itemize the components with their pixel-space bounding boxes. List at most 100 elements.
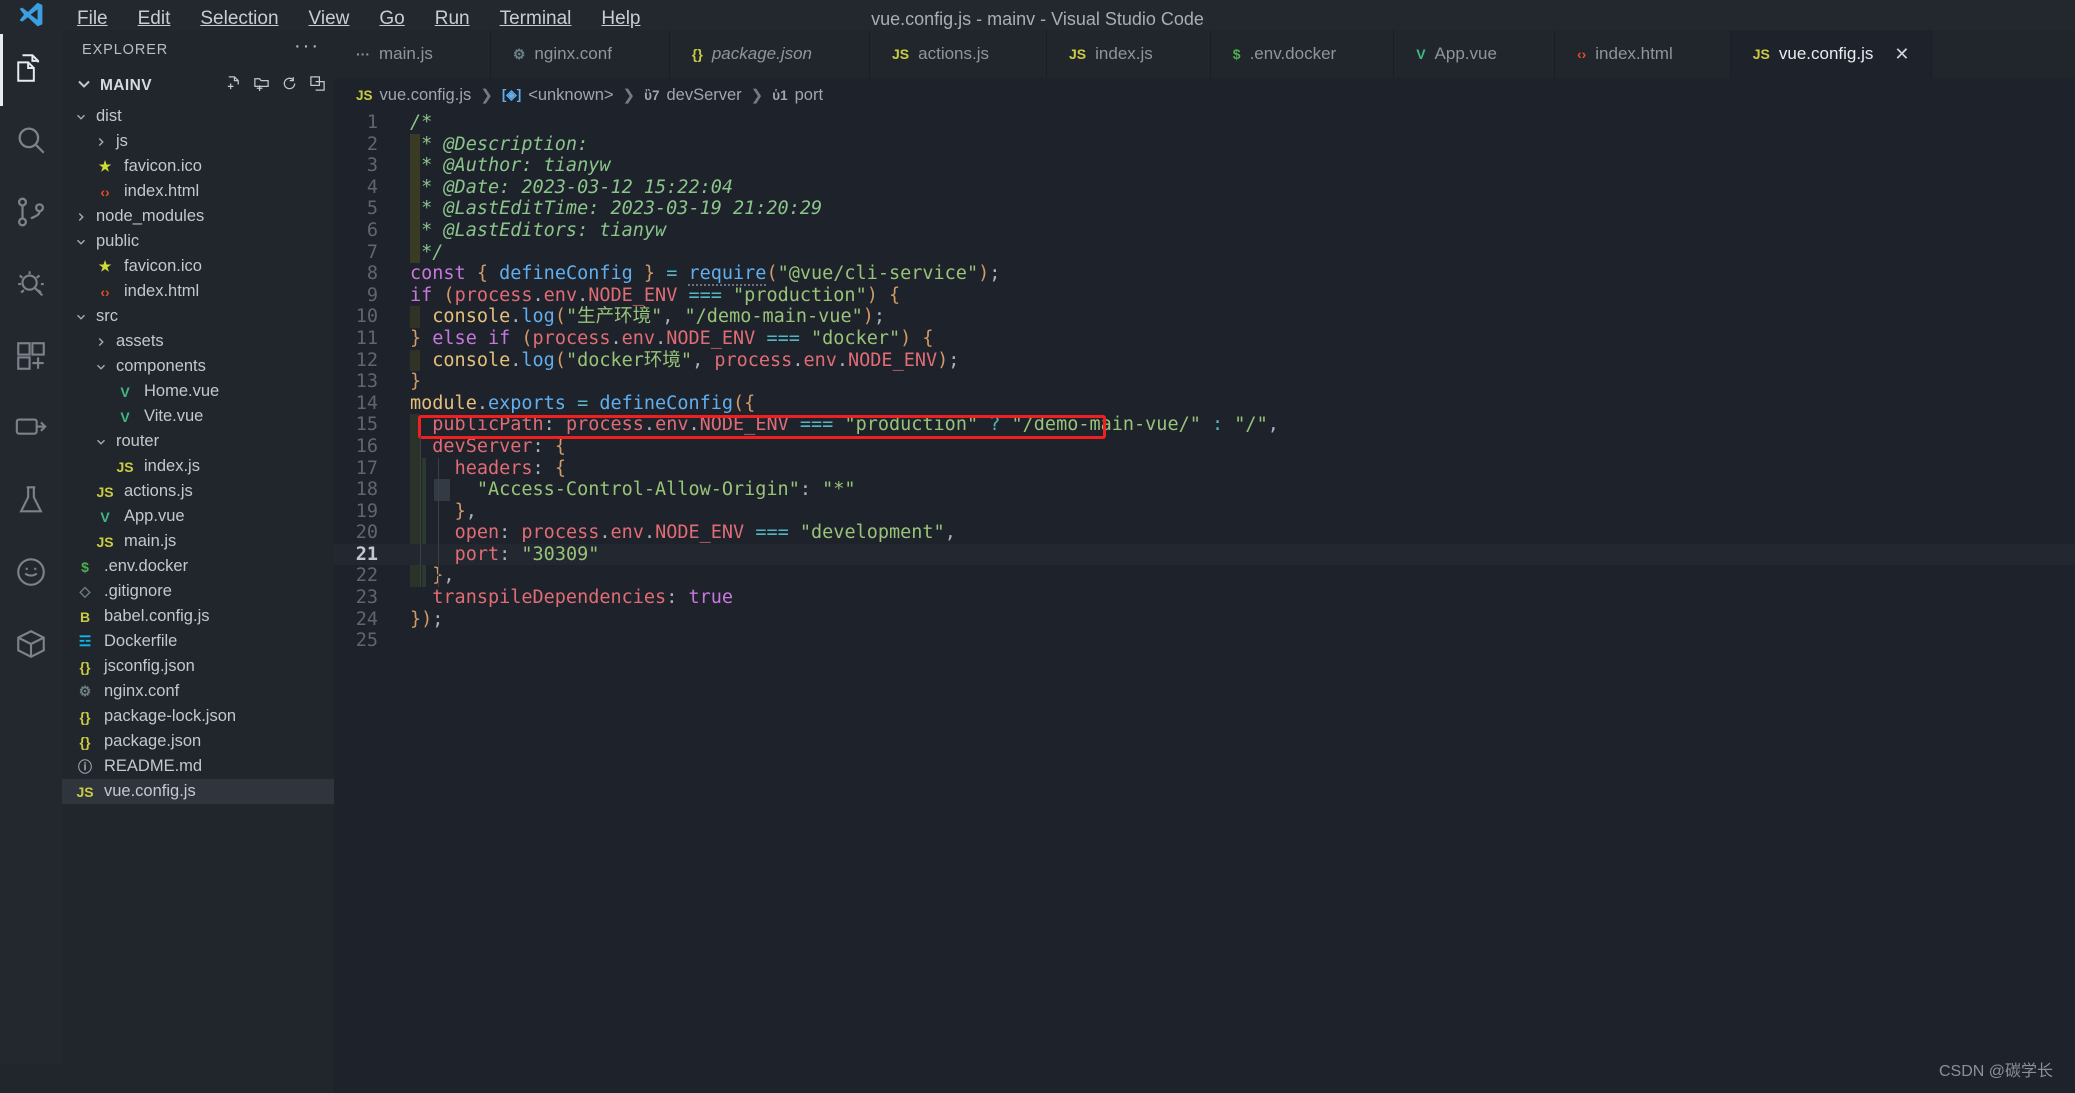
- activity-run-and-debug[interactable]: [0, 250, 62, 322]
- tree-file-row[interactable]: JS vue.config.js: [62, 779, 334, 804]
- tree-file-row[interactable]: ‹› index.html: [62, 279, 334, 304]
- code-line[interactable]: 7 */: [334, 242, 2075, 264]
- tree-file-row[interactable]: V Vite.vue: [62, 404, 334, 429]
- breadcrumb-segment[interactable]: JS vue.config.js: [356, 86, 471, 105]
- tree-file-row[interactable]: {} jsconfig.json: [62, 654, 334, 679]
- code-line[interactable]: 23 transpileDependencies: true: [334, 587, 2075, 609]
- code-line[interactable]: 14 module.exports = defineConfig({: [334, 393, 2075, 415]
- activity-remote-explorer[interactable]: [0, 394, 62, 466]
- breadcrumb-segment[interactable]: [◈] <unknown>: [502, 86, 614, 105]
- tree-folder-row[interactable]: js: [62, 129, 334, 154]
- code-line[interactable]: 17 headers: {: [334, 458, 2075, 480]
- editor-tab[interactable]: ⚙ nginx.conf: [490, 30, 670, 78]
- code-line[interactable]: 4 * @Date: 2023-03-12 15:22:04: [334, 177, 2075, 199]
- code-line[interactable]: 16 devServer: {: [334, 436, 2075, 458]
- activity-explorer[interactable]: [0, 34, 62, 106]
- menu-selection[interactable]: Selection: [185, 8, 293, 30]
- activity-testing[interactable]: [0, 466, 62, 538]
- refresh-icon[interactable]: [281, 75, 298, 97]
- code-line[interactable]: 20 open: process.env.NODE_ENV === "devel…: [334, 522, 2075, 544]
- activity-extensions[interactable]: [0, 322, 62, 394]
- code-line[interactable]: 19 },: [334, 501, 2075, 523]
- tree-file-row[interactable]: ☲ Dockerfile: [62, 629, 334, 654]
- tree-file-row[interactable]: ★ favicon.ico: [62, 254, 334, 279]
- code-line[interactable]: 11} else if (process.env.NODE_ENV === "d…: [334, 328, 2075, 350]
- code-line[interactable]: 13}: [334, 371, 2075, 393]
- tree-file-row[interactable]: V App.vue: [62, 504, 334, 529]
- tree-folder-row[interactable]: node_modules: [62, 204, 334, 229]
- tree-file-row[interactable]: ⓘ README.md: [62, 754, 334, 779]
- editor-tab[interactable]: ··· main.js: [334, 30, 491, 78]
- tree-folder-row[interactable]: src: [62, 304, 334, 329]
- tree-file-row[interactable]: JS index.js: [62, 454, 334, 479]
- tree-file-row[interactable]: ⚙ nginx.conf: [62, 679, 334, 704]
- code-line[interactable]: 25: [334, 630, 2075, 652]
- code-line[interactable]: 6 * @LastEditors: tianyw: [334, 220, 2075, 242]
- code-line[interactable]: 21 port: "30309": [334, 543, 2075, 566]
- tree-folder-row[interactable]: components: [62, 354, 334, 379]
- code-line[interactable]: 15 publicPath: process.env.NODE_ENV === …: [334, 414, 2075, 436]
- editor-tab[interactable]: JS index.js: [1047, 30, 1211, 78]
- new-file-icon[interactable]: [225, 75, 242, 97]
- activity-source-control[interactable]: [0, 178, 62, 250]
- editor-tab[interactable]: JS actions.js: [870, 30, 1048, 78]
- menu-bar[interactable]: File Edit Selection View Go Run Terminal…: [62, 0, 656, 30]
- tree-folder-row[interactable]: router: [62, 429, 334, 454]
- breadcrumb-segment[interactable]: ὒ7 devServer: [644, 86, 742, 105]
- tree-file-row[interactable]: ‹› index.html: [62, 179, 334, 204]
- code-editor[interactable]: 1/* 2 * @Description: 3 * @Author: tianyw…: [334, 112, 2075, 1093]
- tab-close-icon[interactable]: ✕: [1894, 44, 1909, 65]
- breadcrumb-segment[interactable]: ὑ1 port: [772, 86, 823, 105]
- editor-tab[interactable]: ‹› index.html: [1554, 30, 1731, 78]
- menu-terminal[interactable]: Terminal: [485, 8, 587, 30]
- code-line[interactable]: 1 /*: [334, 112, 2075, 134]
- new-folder-icon[interactable]: [253, 75, 270, 97]
- tree-file-row[interactable]: ◇ .gitignore: [62, 579, 334, 604]
- collapse-all-icon[interactable]: [309, 75, 326, 97]
- activity-search[interactable]: [0, 106, 62, 178]
- editor-tab[interactable]: {} package.json: [669, 30, 871, 78]
- code-text: }: [410, 371, 422, 393]
- code-line[interactable]: 10 console.log("生产环境", "/demo-main-vue")…: [334, 306, 2075, 328]
- menu-help[interactable]: Help: [586, 8, 655, 30]
- js-icon: JS: [116, 458, 134, 475]
- code-line[interactable]: 3 * @Author: tianyw: [334, 155, 2075, 177]
- code-line[interactable]: 12 console.log("docker环境", process.env.N…: [334, 350, 2075, 372]
- menu-view[interactable]: View: [294, 8, 365, 30]
- tree-file-row[interactable]: JS actions.js: [62, 479, 334, 504]
- tab-label: nginx.conf: [534, 44, 612, 63]
- tree-item-label: components: [116, 357, 206, 375]
- line-number: 24: [355, 608, 378, 630]
- code-line[interactable]: 9 if (process.env.NODE_ENV === "productio…: [334, 285, 2075, 307]
- menu-edit[interactable]: Edit: [123, 8, 186, 30]
- menu-run[interactable]: Run: [420, 8, 485, 30]
- tree-file-row[interactable]: $ .env.docker: [62, 554, 334, 579]
- tree-file-row[interactable]: V Home.vue: [62, 379, 334, 404]
- tree-file-row[interactable]: Bbabel.config.js: [62, 604, 334, 629]
- code-text: * @Date: 2023-03-12 15:22:04: [410, 176, 734, 198]
- project-root-row[interactable]: MAINV: [62, 70, 334, 102]
- editor-tab[interactable]: $ .env.docker: [1210, 30, 1395, 78]
- editor-tab[interactable]: JS vue.config.js ✕: [1730, 30, 1933, 78]
- code-line[interactable]: 18 "Access-Control-Allow-Origin": "*": [334, 479, 2075, 501]
- explorer-more-actions-button[interactable]: ···: [294, 36, 320, 58]
- code-line[interactable]: 5 * @LastEditTime: 2023-03-19 21:20:29: [334, 198, 2075, 220]
- tree-folder-row[interactable]: public: [62, 229, 334, 254]
- code-line[interactable]: 8 const { defineConfig } = require("@vue/…: [334, 263, 2075, 287]
- activity-package-manager[interactable]: [0, 610, 62, 682]
- code-line[interactable]: 2 * @Description:: [334, 134, 2075, 156]
- tree-file-row[interactable]: ★ favicon.ico: [62, 154, 334, 179]
- activity-copilot[interactable]: [0, 538, 62, 610]
- menu-file[interactable]: File: [62, 8, 123, 30]
- menu-go[interactable]: Go: [364, 8, 419, 30]
- breadcrumb: JS vue.config.js ❯ [◈] <unknown> ❯ ὒ7 devServer…: [334, 78, 2075, 112]
- line-number: 25: [355, 630, 378, 652]
- tree-folder-row[interactable]: dist: [62, 104, 334, 129]
- tree-file-row[interactable]: {} package.json: [62, 729, 334, 754]
- tree-folder-row[interactable]: assets: [62, 329, 334, 354]
- code-line[interactable]: 22 },: [334, 565, 2075, 587]
- code-line[interactable]: 24});: [334, 609, 2075, 631]
- editor-tab[interactable]: V App.vue: [1394, 30, 1555, 78]
- tree-file-row[interactable]: {} package-lock.json: [62, 704, 334, 729]
- tree-file-row[interactable]: JS main.js: [62, 529, 334, 554]
